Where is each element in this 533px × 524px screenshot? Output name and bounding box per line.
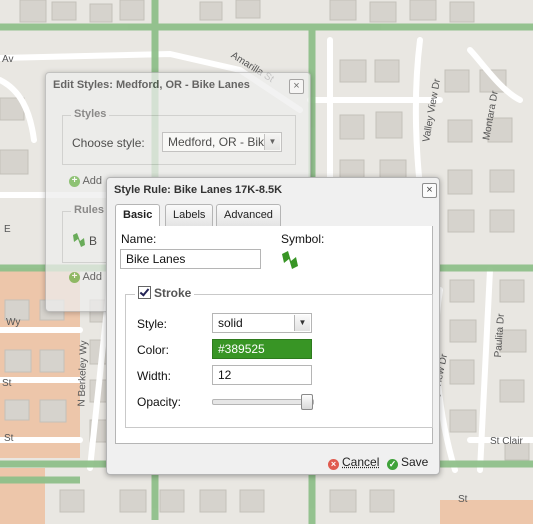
rule-name-partial[interactable]: B [89,234,97,248]
map-label-st-left-2: St [4,433,14,444]
map-label-av: Av [2,54,14,65]
tab-basic[interactable]: Basic [115,204,161,227]
choose-style-label: Choose style: [72,136,145,150]
stroke-fieldset: Stroke Style: solid ▼ Color: #389525 Wid… [125,286,433,428]
stroke-legend-label: Stroke [154,286,192,300]
add-rule-label: Add [82,271,103,283]
symbol-swatch-icon[interactable] [281,250,299,270]
opacity-slider[interactable] [212,394,314,410]
style-rule-window[interactable]: Style Rule: Bike Lanes 17K-8.5K × Basic … [106,177,440,475]
stroke-checkbox[interactable] [138,286,151,299]
stroke-legend[interactable]: Stroke [135,286,195,300]
width-input[interactable] [212,365,312,385]
style-value: solid [218,316,243,330]
edit-styles-close-icon[interactable]: × [289,79,304,94]
add-style-button[interactable]: + Add [69,175,102,187]
add-style-label: Add [82,175,103,187]
check-icon: ✓ [387,459,398,470]
choose-style-select[interactable]: Medford, OR - Bik ▼ [162,132,282,152]
style-label: Style: [137,317,168,331]
opacity-label: Opacity: [137,395,182,409]
tab-advanced[interactable]: Advanced [216,204,281,226]
styles-legend: Styles [71,108,110,120]
opacity-slider-thumb[interactable] [301,394,313,410]
edit-styles-title[interactable]: Edit Styles: Medford, OR - Bike Lanes [46,73,310,97]
style-rule-close-icon[interactable]: × [422,183,437,198]
color-value: #389525 [218,342,265,356]
rule-symbol-icon [73,233,85,247]
map-label-st-left-1: St [2,378,12,389]
save-label: Save [401,455,429,469]
name-label: Name: [121,232,157,246]
cancel-button[interactable]: × Cancel [328,455,379,470]
map-label-wy-left: Wy [6,317,21,328]
styles-fieldset: Styles Choose style: Medford, OR - Bik ▼ [62,108,296,165]
cancel-label: Cancel [342,455,380,469]
cancel-icon: × [328,459,339,470]
tab-labels[interactable]: Labels [165,204,214,226]
color-label: Color: [137,343,170,357]
rules-legend: Rules [71,204,107,216]
chevron-down-icon[interactable]: ▼ [264,134,280,150]
basic-panel: Name: Symbol: Stroke Style: solid ▼ Colo… [115,226,433,444]
map-label-n-berkeley-wy: N Berkeley Wy [76,340,90,407]
style-select[interactable]: solid ▼ [212,313,312,333]
style-rule-title[interactable]: Style Rule: Bike Lanes 17K-8.5K [107,178,439,202]
map-label-st-clair: St Clair [490,436,523,447]
map-label-st-right: St [458,494,468,505]
save-button[interactable]: ✓ Save [387,455,428,470]
map-label-e-left: E [4,224,11,235]
color-input[interactable]: #389525 [212,339,312,359]
plus-icon: + [69,175,80,187]
plus-icon: + [69,271,80,283]
choose-style-value: Medford, OR - Bik [168,135,265,149]
add-rule-button[interactable]: + Add [69,271,102,283]
style-rule-tabs: Basic Labels Advanced [115,204,431,227]
chevron-down-icon[interactable]: ▼ [294,315,310,331]
name-input[interactable] [120,249,261,269]
width-label: Width: [137,369,172,383]
symbol-label: Symbol: [281,232,325,246]
